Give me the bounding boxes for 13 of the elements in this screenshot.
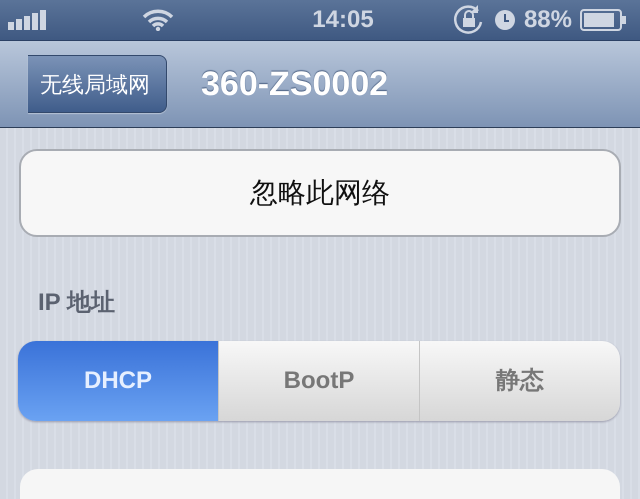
back-button[interactable]: 无线局域网 — [28, 55, 167, 113]
nav-title: 360-ZS0002 — [201, 64, 388, 104]
forget-network-button[interactable]: 忽略此网络 — [19, 149, 621, 237]
battery-percent: 88% — [524, 5, 572, 35]
wifi-icon — [142, 9, 174, 31]
section-header: IP 地址 — [38, 288, 116, 318]
status-time: 14:05 — [312, 5, 374, 35]
segment-tab[interactable]: 静态 — [420, 341, 620, 421]
segment-tab[interactable]: DHCP — [18, 341, 219, 421]
alarm-clock-icon — [494, 9, 516, 31]
battery-icon — [580, 9, 626, 31]
segment-tab[interactable]: BootP — [219, 341, 420, 421]
signal-icon — [8, 10, 46, 30]
